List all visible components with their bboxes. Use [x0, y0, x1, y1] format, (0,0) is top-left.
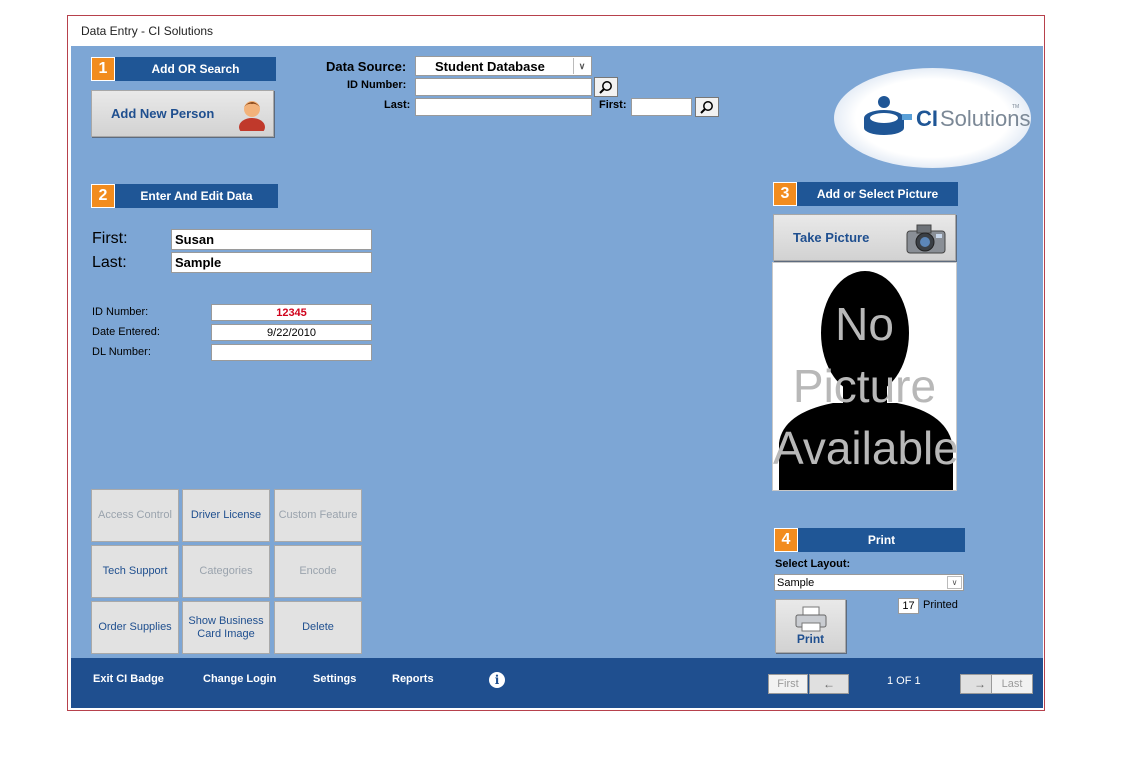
last-record-button[interactable]: Last	[991, 674, 1033, 694]
first-search-label: First:	[599, 99, 627, 111]
last-name-input[interactable]: Sample	[171, 252, 372, 273]
section-2-number: 2	[91, 184, 115, 208]
take-picture-button[interactable]: Take Picture	[773, 214, 956, 261]
logo-trademark: TM	[1012, 104, 1020, 110]
title-bar: Data Entry - CI Solutions	[68, 16, 1044, 46]
person-icon	[239, 101, 265, 131]
change-login-link[interactable]: Change Login	[203, 673, 276, 685]
printed-count: 17	[898, 598, 919, 614]
data-source-value: Student Database	[435, 58, 545, 74]
id-number-input[interactable]: 12345	[211, 304, 372, 321]
data-source-select[interactable]: Student Database ∨	[415, 56, 592, 76]
first-name-input[interactable]: Susan	[171, 229, 372, 250]
tech-support-button[interactable]: Tech Support	[91, 545, 179, 598]
last-name-label: Last:	[92, 254, 127, 271]
chevron-down-icon[interactable]: ∨	[573, 58, 590, 74]
encode-button[interactable]: Encode	[274, 545, 362, 598]
delete-button[interactable]: Delete	[274, 601, 362, 654]
layout-select[interactable]: Sample ∨	[774, 574, 964, 591]
date-entered-label: Date Entered:	[92, 326, 160, 338]
chevron-down-icon[interactable]: ∨	[947, 576, 962, 589]
magnifier-icon	[599, 81, 612, 94]
logo-text-ci: CI	[916, 106, 938, 131]
first-record-button[interactable]: First	[768, 674, 808, 694]
first-search-input[interactable]	[631, 98, 692, 116]
add-new-person-label: Add New Person	[111, 106, 215, 121]
add-new-person-button[interactable]: Add New Person	[91, 90, 274, 137]
take-picture-label: Take Picture	[793, 230, 870, 245]
section-3-header: Add or Select Picture	[797, 182, 958, 206]
logo-mark-icon	[864, 96, 912, 135]
camera-icon	[906, 224, 946, 254]
bottom-bar: Exit CI Badge Change Login Settings Repo…	[71, 658, 1043, 708]
section-4-number: 4	[774, 528, 798, 552]
app-window: Data Entry - CI Solutions 1 Add OR Searc…	[67, 15, 1045, 711]
driver-license-button[interactable]: Driver License	[182, 489, 270, 542]
name-search-button[interactable]	[695, 97, 719, 117]
reports-link[interactable]: Reports	[392, 673, 434, 685]
date-entered-input[interactable]: 9/22/2010	[211, 324, 372, 341]
main-panel: 1 Add OR Search Add New Person Data Sour…	[71, 46, 1043, 708]
last-search-input[interactable]	[415, 98, 592, 116]
print-label: Print	[796, 632, 825, 646]
categories-button[interactable]: Categories	[182, 545, 270, 598]
window-title: Data Entry - CI Solutions	[81, 24, 214, 38]
select-layout-label: Select Layout:	[775, 558, 851, 570]
print-button[interactable]: Print	[775, 599, 846, 653]
printed-label: Printed	[923, 599, 958, 611]
id-number-search-input[interactable]	[415, 78, 592, 96]
no-picture-text: No Picture Available	[773, 293, 956, 479]
no-picture-line-2: Picture	[792, 360, 937, 412]
dl-number-input[interactable]	[211, 344, 372, 361]
last-search-label: Last:	[384, 99, 411, 111]
prev-record-button[interactable]: ←	[809, 674, 849, 694]
order-supplies-button[interactable]: Order Supplies	[91, 601, 179, 654]
printer-icon	[795, 606, 826, 632]
data-source-label: Data Source:	[326, 59, 407, 74]
no-picture-line-3: Available	[773, 422, 957, 474]
layout-value: Sample	[777, 576, 815, 589]
section-1-header: Add OR Search	[115, 57, 276, 81]
ci-solutions-logo: CI Solutions TM	[834, 68, 1031, 168]
access-control-button[interactable]: Access Control	[91, 489, 179, 542]
custom-feature-button[interactable]: Custom Feature	[274, 489, 362, 542]
section-3-number: 3	[773, 182, 797, 206]
id-number-label: ID Number:	[92, 306, 149, 318]
section-1-number: 1	[91, 57, 115, 81]
magnifier-icon	[700, 101, 713, 114]
photo-placeholder[interactable]: No Picture Available	[772, 262, 957, 491]
first-name-label: First:	[92, 230, 128, 247]
section-4-header: Print	[798, 528, 965, 552]
id-search-button[interactable]	[594, 77, 618, 97]
exit-ci-badge-link[interactable]: Exit CI Badge	[93, 673, 164, 685]
show-business-card-button[interactable]: Show Business Card Image	[182, 601, 270, 654]
record-position: 1 OF 1	[887, 675, 921, 687]
id-number-search-label: ID Number:	[347, 79, 407, 91]
section-2-header: Enter And Edit Data	[115, 184, 278, 208]
dl-number-label: DL Number:	[92, 346, 151, 358]
settings-link[interactable]: Settings	[313, 673, 356, 685]
info-icon[interactable]: i	[489, 672, 505, 688]
no-picture-line-1: No	[835, 298, 894, 350]
